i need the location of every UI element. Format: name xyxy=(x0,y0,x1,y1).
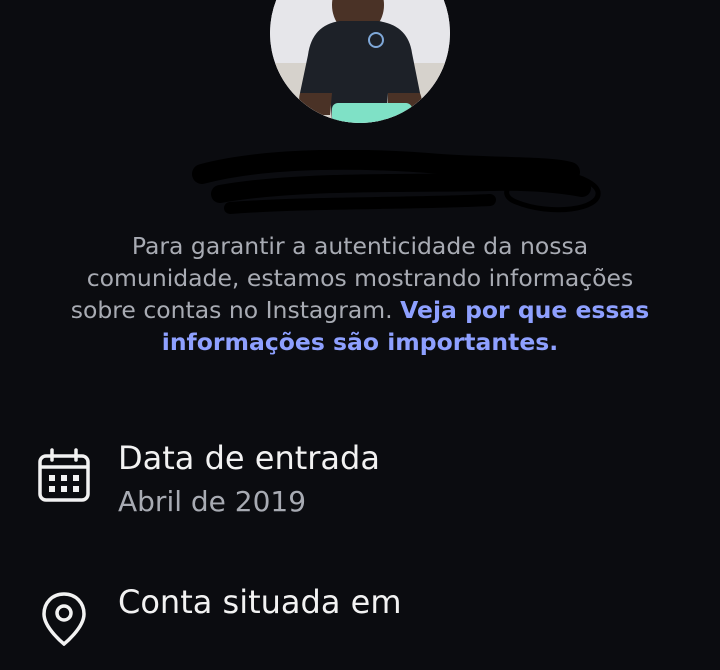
date-joined-label: Data de entrada xyxy=(118,439,380,477)
about-account-description: Para garantir a autenticidade da nossa c… xyxy=(60,230,660,358)
date-joined-value: Abril de 2019 xyxy=(118,485,307,518)
date-joined-row: Data de entrada Abril de 2019 xyxy=(0,436,720,526)
profile-photo-icon xyxy=(270,0,450,123)
account-location-row: Conta situada em xyxy=(0,580,720,670)
location-pin-icon xyxy=(42,592,86,646)
calendar-icon xyxy=(38,448,90,502)
profile-avatar[interactable] xyxy=(270,0,450,123)
account-location-label: Conta situada em xyxy=(118,583,402,621)
username-redaction xyxy=(192,150,601,214)
